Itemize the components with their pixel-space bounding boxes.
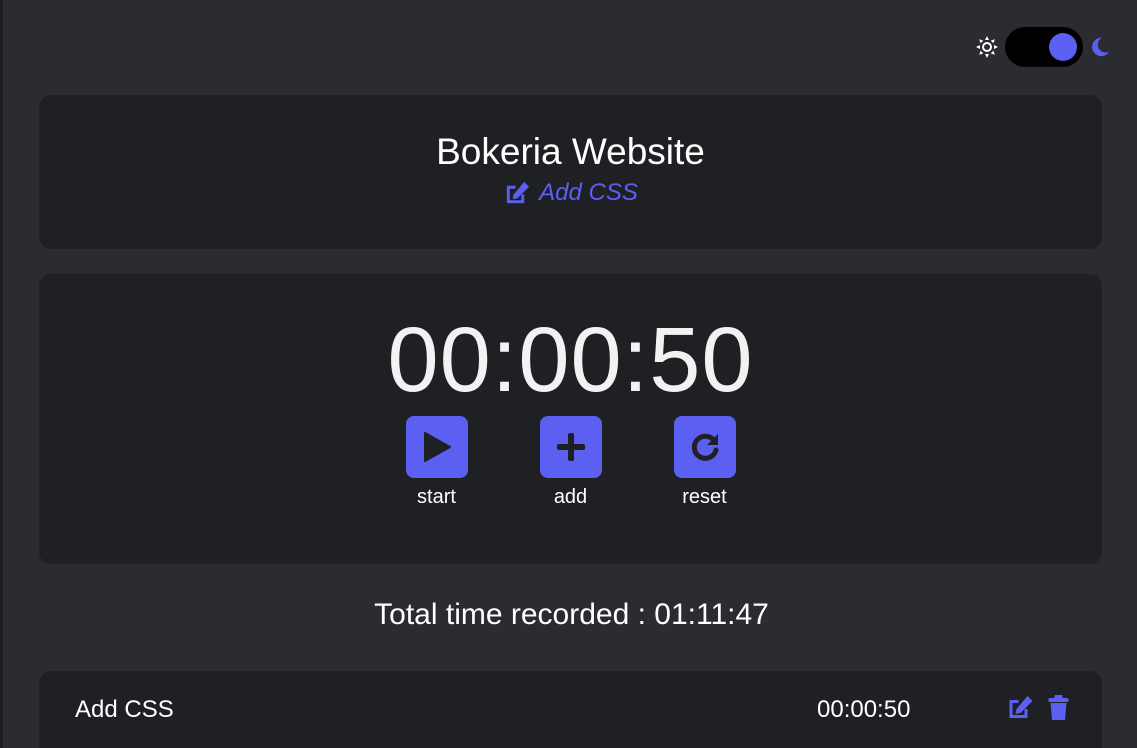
- plus-icon: [556, 433, 585, 461]
- timer-display: 00:00:50: [387, 309, 754, 411]
- current-task-label: Add CSS: [539, 179, 638, 206]
- redo-icon: [691, 433, 718, 461]
- timer-card: 00:00:50 start add reset: [39, 274, 1102, 564]
- reset-label: reset: [682, 486, 727, 508]
- start-button[interactable]: start: [405, 416, 468, 509]
- sun-icon[interactable]: [975, 35, 999, 59]
- play-icon: [423, 432, 451, 462]
- app-window: Bokeria Website Add CSS 00:00:50 start a…: [0, 0, 1137, 748]
- reset-button[interactable]: reset: [673, 416, 736, 509]
- start-button-box[interactable]: [405, 416, 468, 478]
- moon-icon[interactable]: [1089, 36, 1111, 58]
- list-item: Add CSS 00:00:50: [39, 671, 1102, 748]
- theme-switch-knob: [1049, 33, 1077, 61]
- trash-icon[interactable]: [1044, 695, 1073, 721]
- edit-icon[interactable]: [1005, 695, 1034, 721]
- edit-task-link[interactable]: Add CSS: [503, 179, 638, 207]
- log-task-time: 00:00:50: [817, 696, 911, 723]
- project-card: Bokeria Website Add CSS: [39, 95, 1102, 249]
- theme-toggle: [975, 27, 1111, 67]
- add-button[interactable]: add: [539, 416, 602, 509]
- start-label: start: [417, 486, 456, 508]
- reset-button-box[interactable]: [673, 416, 736, 478]
- project-title: Bokeria Website: [436, 131, 705, 172]
- edit-icon: [507, 181, 530, 203]
- total-time-recorded: Total time recorded : 01:11:47: [374, 598, 769, 631]
- log-actions: [1005, 695, 1073, 721]
- log-task-name: Add CSS: [75, 696, 174, 723]
- add-label: add: [553, 486, 588, 508]
- theme-switch[interactable]: [1005, 27, 1083, 67]
- timer-controls: start add reset: [39, 416, 1102, 509]
- add-button-box[interactable]: [539, 416, 602, 478]
